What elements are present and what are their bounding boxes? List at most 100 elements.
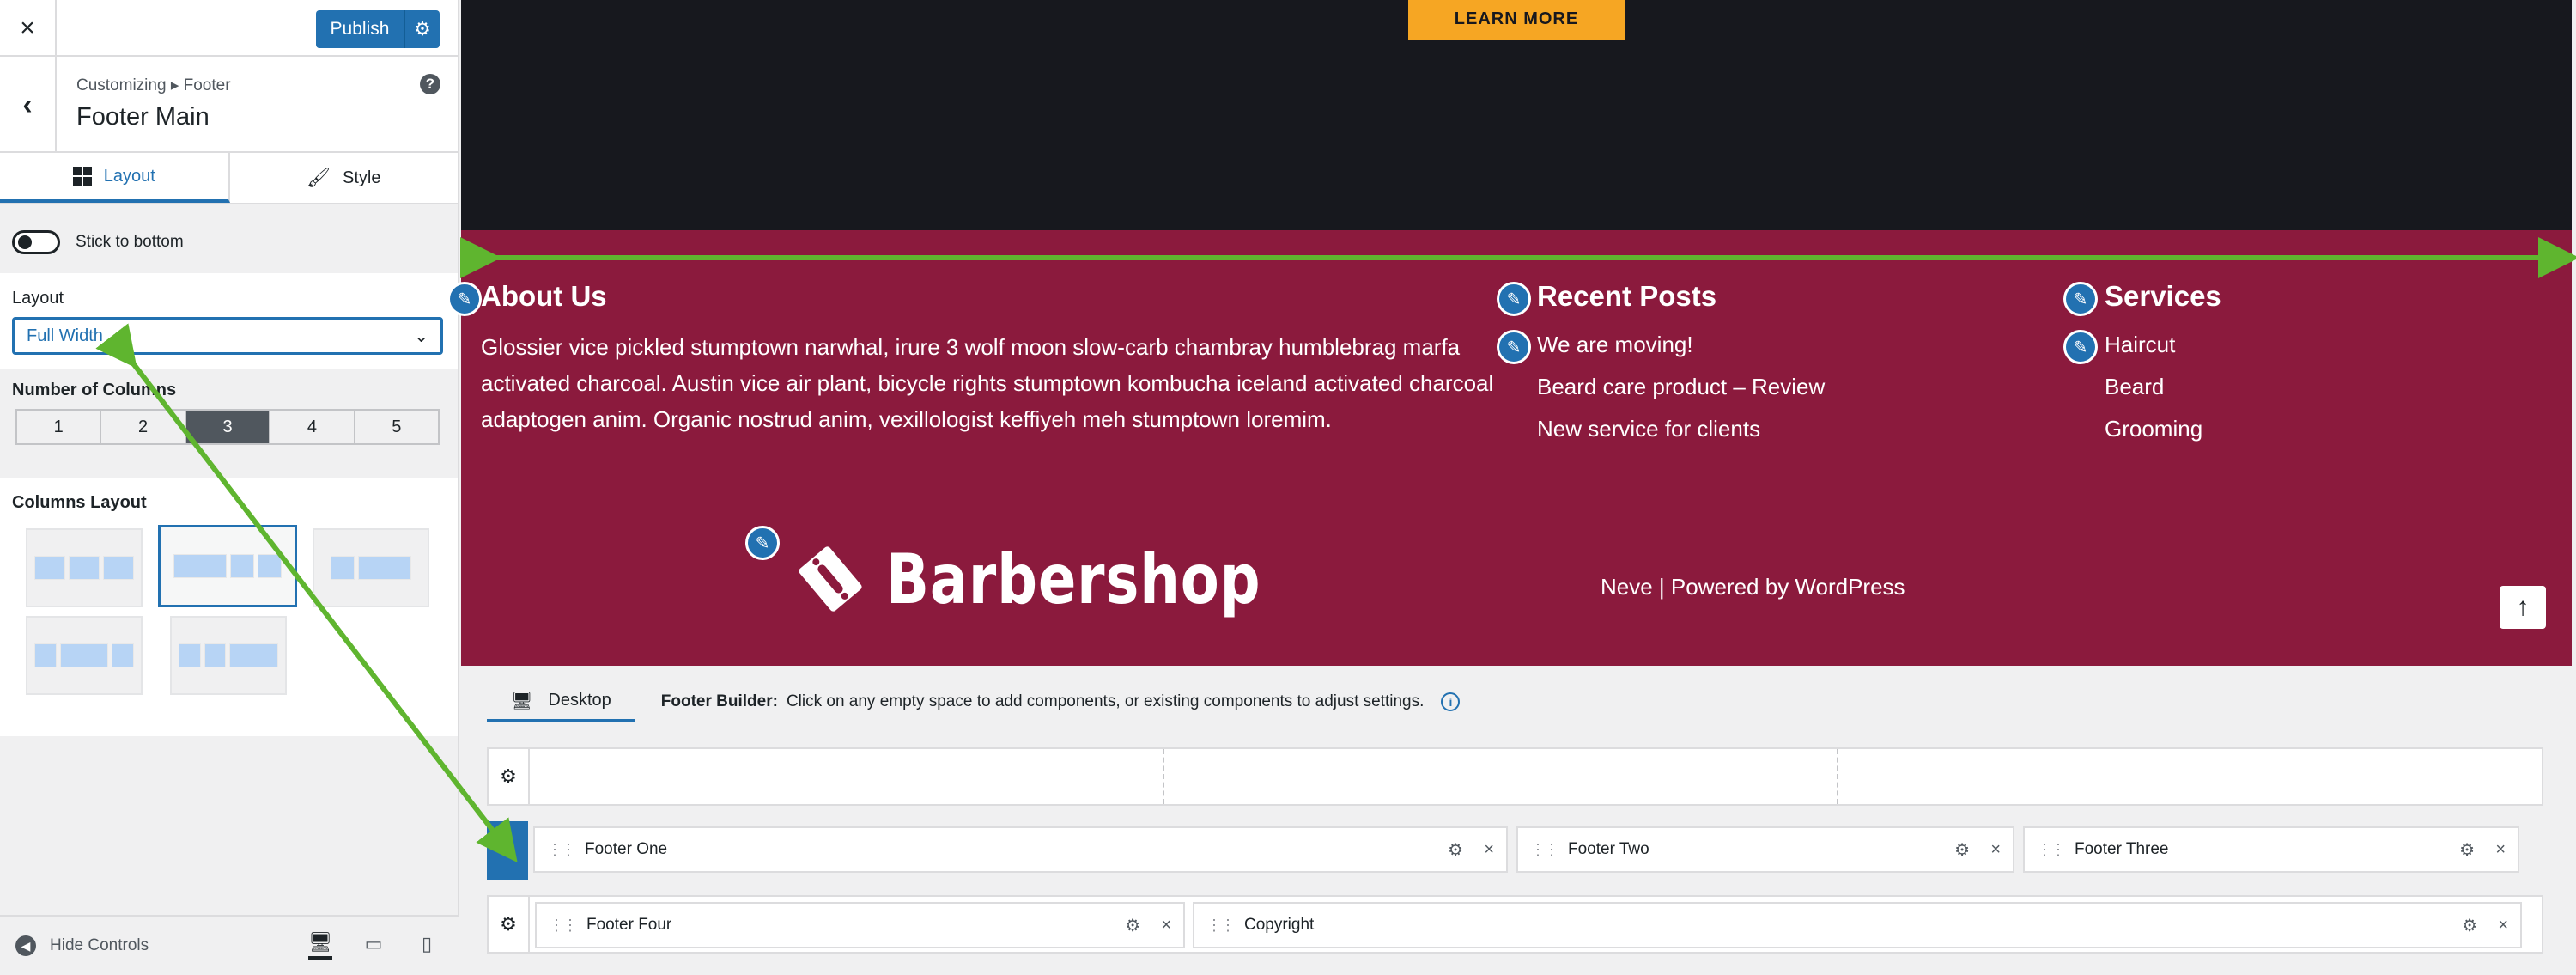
component-footer-three[interactable]: ⋮⋮ Footer Three ⚙ × [2023, 826, 2519, 873]
brand-logo-text[interactable]: Barbershop [886, 539, 1261, 619]
footer-main[interactable]: ✎ About Us Glossier vice pickled stumpto… [447, 230, 2572, 666]
copyright-text: Neve | Powered by WordPress [1601, 574, 1905, 600]
tab-style[interactable]: 🖌 Style [230, 153, 459, 203]
builder-info-label: Footer Builder: [660, 692, 778, 710]
collapse-arrow-icon[interactable]: ◀ [15, 935, 36, 956]
edit-pencil-icon[interactable]: ✎ [2063, 330, 2098, 364]
tab-layout-label: Layout [103, 166, 155, 186]
column-option-5[interactable]: 5 [355, 411, 438, 443]
drag-handle-icon[interactable]: ⋮⋮ [549, 917, 578, 935]
post-link[interactable]: We are moving! [1537, 332, 1825, 374]
layout-label: Layout [12, 289, 64, 308]
remove-component-icon[interactable]: × [1484, 840, 1494, 860]
breadcrumb: Customizing ▸ Footer [76, 76, 231, 94]
services-title: Services [2105, 280, 2221, 312]
post-link[interactable]: New service for clients [1537, 416, 1825, 458]
component-footer-four[interactable]: ⋮⋮ Footer Four ⚙ × [535, 902, 1185, 948]
service-link[interactable]: Haircut [2105, 332, 2202, 374]
desktop-icon[interactable]: 🖥 [308, 929, 332, 960]
edit-pencil-icon[interactable]: ✎ [1497, 330, 1531, 364]
close-customizer-button[interactable]: × [0, 0, 57, 57]
section-tabs: Layout 🖌 Style [0, 153, 458, 204]
hide-controls-button[interactable]: Hide Controls [50, 936, 149, 955]
column-option-1[interactable]: 1 [17, 411, 102, 443]
post-link[interactable]: Beard care product – Review [1537, 374, 1825, 416]
edit-pencil-icon[interactable]: ✎ [2063, 282, 2098, 316]
section-title: Footer Main [76, 103, 210, 131]
layout-grid-icon [72, 167, 92, 186]
columns-layout-options [12, 521, 446, 736]
columns-label: Number of Columns [12, 381, 177, 399]
publish-label[interactable]: Publish [316, 10, 405, 48]
edit-pencil-icon[interactable]: ✎ [745, 526, 780, 560]
columns-layout-control: Columns Layout [0, 478, 458, 736]
component-settings-gear-icon[interactable]: ⚙ [1448, 839, 1463, 861]
columns-layout-wide-right[interactable] [313, 528, 429, 607]
publish-settings-gear-icon[interactable]: ⚙ [405, 18, 440, 40]
service-link[interactable]: Grooming [2105, 416, 2202, 458]
column-option-4[interactable]: 4 [270, 411, 355, 443]
edit-pencil-icon[interactable]: ✎ [1497, 282, 1531, 316]
column-option-3[interactable]: 3 [185, 411, 271, 443]
tab-desktop[interactable]: 🖥 Desktop [487, 681, 635, 722]
footer-builder: 🖥 Desktop Footer Builder: Click on any e… [461, 666, 2572, 975]
services-list: Haircut Beard Grooming [2105, 332, 2202, 458]
columns-control: Number of Columns 1 2 3 4 5 [0, 369, 458, 459]
about-us-title: About Us [481, 280, 607, 312]
chevron-down-icon: ⌄ [414, 326, 428, 346]
drag-handle-icon[interactable]: ⋮⋮ [547, 841, 576, 859]
scroll-to-top-button[interactable]: ↑ [2500, 586, 2546, 629]
drag-handle-icon[interactable]: ⋮⋮ [1206, 917, 1236, 935]
hero-section: LEARN MORE [461, 0, 2572, 230]
columns-layout-wide-right-2[interactable] [170, 616, 287, 695]
columns-layout-label: Columns Layout [12, 493, 147, 512]
row-settings-gear-icon[interactable]: ⚙ [487, 821, 528, 880]
service-link[interactable]: Beard [2105, 374, 2202, 416]
component-footer-one[interactable]: ⋮⋮ Footer One ⚙ × [533, 826, 1508, 873]
columns-layout-wide-left[interactable] [158, 525, 297, 607]
sidebar-footer: ◀ Hide Controls 🖥 ▭ ▯ [0, 915, 459, 975]
row-settings-gear-icon[interactable]: ⚙ [489, 749, 530, 804]
component-label: Footer Four [586, 916, 672, 934]
remove-component-icon[interactable]: × [1161, 916, 1171, 935]
stick-to-bottom-toggle[interactable] [12, 230, 60, 254]
about-us-text: Glossier vice pickled stumptown narwhal,… [481, 334, 1494, 432]
help-icon[interactable]: ? [420, 74, 440, 94]
builder-header: 🖥 Desktop Footer Builder: Click on any e… [487, 681, 1461, 722]
columns-layout-equal[interactable] [26, 528, 143, 607]
tab-layout[interactable]: Layout [0, 153, 230, 203]
tab-style-label: Style [342, 168, 381, 187]
builder-row-main[interactable]: ⚙ ⋮⋮ Footer One ⚙ × ⋮⋮ Footer Two ⚙ × ⋮⋮… [487, 821, 2543, 880]
mobile-icon[interactable]: ▯ [415, 929, 439, 960]
component-settings-gear-icon[interactable]: ⚙ [2459, 839, 2475, 861]
back-chevron-icon[interactable]: ‹ [0, 57, 57, 153]
drag-handle-icon[interactable]: ⋮⋮ [2037, 841, 2066, 859]
remove-component-icon[interactable]: × [1990, 840, 2001, 860]
customizer-sidebar: × Publish ⚙ ‹ Customizing ▸ Footer Foote… [0, 0, 459, 975]
publish-button[interactable]: Publish ⚙ [316, 10, 440, 48]
edit-pencil-icon[interactable]: ✎ [447, 282, 482, 316]
recent-posts-title: Recent Posts [1537, 280, 1717, 312]
recent-posts-list: We are moving! Beard care product – Revi… [1537, 332, 1825, 458]
remove-component-icon[interactable]: × [2498, 916, 2508, 935]
component-settings-gear-icon[interactable]: ⚙ [1954, 839, 1970, 861]
info-icon[interactable]: i [1441, 692, 1461, 711]
layout-select[interactable]: Full Width ⌄ [12, 317, 443, 355]
tablet-icon[interactable]: ▭ [361, 929, 386, 960]
drag-handle-icon[interactable]: ⋮⋮ [1530, 841, 1559, 859]
builder-info-text: Click on any empty space to add componen… [786, 692, 1425, 710]
builder-row-top[interactable]: ⚙ [487, 747, 2543, 806]
column-option-2[interactable]: 2 [101, 411, 186, 443]
columns-selector: 1 2 3 4 5 [15, 409, 440, 445]
sidebar-header: × Publish ⚙ [0, 0, 458, 57]
component-copyright[interactable]: ⋮⋮ Copyright ⚙ × [1193, 902, 2522, 948]
component-settings-gear-icon[interactable]: ⚙ [1125, 915, 1140, 936]
builder-row-bottom[interactable]: ⚙ ⋮⋮ Footer Four ⚙ × ⋮⋮ Copyright ⚙ × [487, 895, 2543, 954]
remove-component-icon[interactable]: × [2495, 840, 2506, 860]
component-footer-two[interactable]: ⋮⋮ Footer Two ⚙ × [1516, 826, 2014, 873]
row-settings-gear-icon[interactable]: ⚙ [489, 897, 530, 952]
columns-layout-wide-center[interactable] [26, 616, 143, 695]
learn-more-button[interactable]: LEARN MORE [1408, 0, 1625, 40]
component-settings-gear-icon[interactable]: ⚙ [2462, 915, 2477, 936]
site-preview: LEARN MORE ✎ About Us Glossier vice pick… [447, 0, 2572, 666]
